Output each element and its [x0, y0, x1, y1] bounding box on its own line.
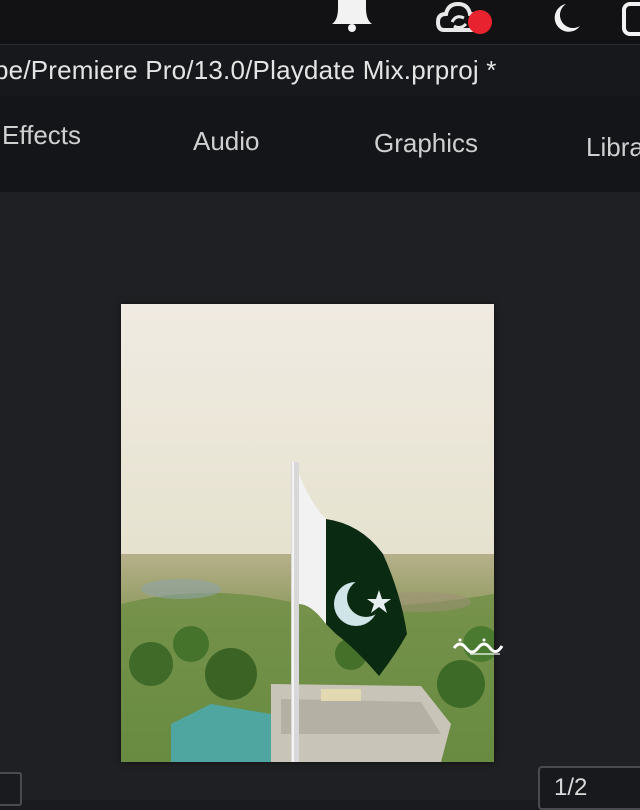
page-indicator-label: 1/2	[554, 774, 588, 801]
flag-scene-image	[121, 304, 494, 762]
resolution-selector[interactable]: 1/2	[538, 766, 640, 810]
workspace-tab-bar: Effects Audio Graphics Libra	[0, 96, 640, 192]
video-frame-preview[interactable]	[121, 304, 494, 762]
project-path-title: pe/Premiere Pro/13.0/Playdate Mix.prproj…	[0, 55, 497, 85]
fit-zoom-dropdown[interactable]	[0, 772, 22, 806]
channel-watermark-logo	[452, 638, 504, 655]
creative-cloud-sync-icon[interactable]	[436, 0, 496, 42]
system-menubar	[0, 0, 640, 44]
tab-audio[interactable]: Audio	[193, 126, 260, 157]
do-not-disturb-moon-icon[interactable]	[544, 0, 584, 40]
notification-icon[interactable]	[328, 0, 376, 36]
window-title-bar: pe/Premiere Pro/13.0/Playdate Mix.prproj…	[0, 44, 640, 97]
app-icon[interactable]	[620, 0, 640, 40]
tab-effects[interactable]: Effects	[2, 120, 81, 151]
tab-graphics[interactable]: Graphics	[374, 128, 478, 159]
tab-libraries[interactable]: Libra	[586, 132, 640, 163]
